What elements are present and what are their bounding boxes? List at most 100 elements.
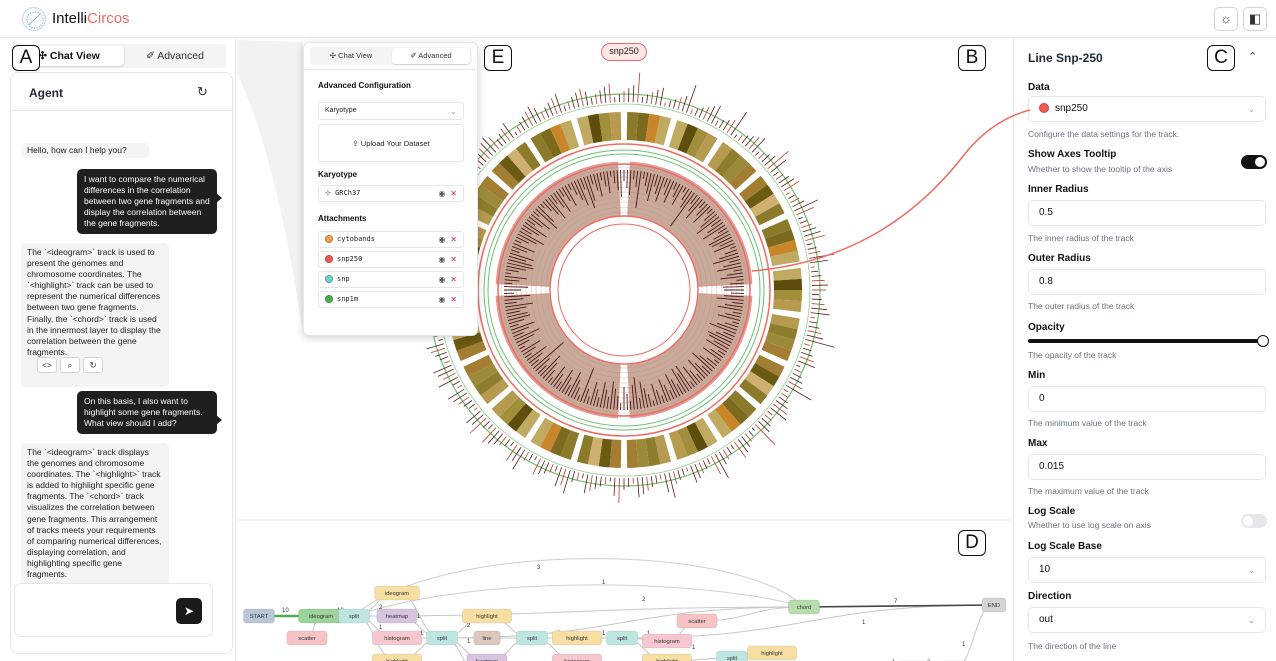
agent-message-text: The `<ideogram>` track displays the geno… xyxy=(27,447,162,580)
direction-select[interactable]: out ⌄ xyxy=(1028,607,1266,633)
send-button[interactable]: ➤ xyxy=(176,598,202,624)
collapse-icon[interactable]: ⌃ xyxy=(1248,50,1257,63)
snp-spike xyxy=(632,85,635,103)
snp-spike xyxy=(810,312,830,316)
snp-spike xyxy=(805,339,835,348)
outer-radius-input[interactable]: 0.8 xyxy=(1028,269,1266,295)
max-input[interactable]: 0.015 xyxy=(1028,454,1266,480)
track-badge[interactable]: snp250 xyxy=(601,43,647,61)
attachment-row[interactable]: snp ◉ ✕ xyxy=(318,271,464,288)
region-label-b: B xyxy=(958,45,986,71)
snp-spike xyxy=(804,343,811,346)
snp-spike xyxy=(618,477,620,503)
graph-node-label: highlight xyxy=(476,614,498,620)
snp-spike xyxy=(650,92,654,105)
direction-label: Direction xyxy=(1028,591,1072,602)
chat-input[interactable]: ➤ xyxy=(14,583,213,637)
snp-spike xyxy=(502,123,514,139)
eye-icon[interactable]: ◉ xyxy=(438,255,445,264)
app-title: IntelliCircos xyxy=(52,10,130,27)
snp-spike xyxy=(510,441,514,447)
eye-icon[interactable]: ◉ xyxy=(438,275,445,284)
snp-spike xyxy=(581,473,584,479)
workflow-graph[interactable]: 312710101214112131111211211111STARTideog… xyxy=(237,521,1012,661)
sidebar-panel-icon: ◧ xyxy=(1248,11,1262,26)
snp-spike xyxy=(433,364,452,374)
snp-spike xyxy=(796,364,801,368)
chevron-down-icon: ⌄ xyxy=(1247,104,1255,114)
snp-spike xyxy=(809,253,835,259)
snp-spike xyxy=(788,194,795,199)
edge-count: 1 xyxy=(962,642,966,648)
edge-count: 10 xyxy=(282,608,289,614)
opacity-slider[interactable] xyxy=(1028,335,1269,347)
graph-node-label: scatter xyxy=(688,619,705,625)
edge-count: 1 xyxy=(692,645,696,651)
snp-spike xyxy=(468,403,475,409)
row-actions: ◉ ✕ xyxy=(438,186,457,201)
graph-node-label: START xyxy=(250,614,269,620)
data-help: Configure the data settings for the trac… xyxy=(1028,129,1180,139)
region-label-d: D xyxy=(958,530,986,556)
data-select[interactable]: snp250 ⌄ xyxy=(1028,96,1266,122)
ideogram-band xyxy=(773,290,802,302)
config-type-select[interactable]: Karyotype ⌄ xyxy=(318,102,464,120)
upload-dataset-button[interactable]: ⇪ Upload Your Dataset xyxy=(318,124,464,162)
snp-spike xyxy=(594,475,598,489)
outer-radius-help: The outer radius of the track xyxy=(1028,301,1135,311)
track-settings-panel: Line Snp-250 ⌃ Data snp250 ⌄ Configure th… xyxy=(1013,38,1276,661)
karyotype-row[interactable]: ⊹ GRCh37 ◉ ✕ xyxy=(318,185,464,202)
toggle-panel-button[interactable]: ◧ xyxy=(1243,7,1267,31)
edge-count: 1 xyxy=(602,631,606,637)
log-scale-toggle[interactable] xyxy=(1241,514,1267,528)
panel-title: Line Snp-250 xyxy=(1028,51,1103,65)
graph-node-label: split xyxy=(437,636,448,642)
remove-icon[interactable]: ✕ xyxy=(450,295,457,304)
show-tooltip-toggle[interactable] xyxy=(1241,155,1267,169)
remove-icon[interactable]: ✕ xyxy=(450,189,457,198)
remove-icon[interactable]: ✕ xyxy=(450,235,457,244)
attachment-row[interactable]: cytobands ◉ ✕ xyxy=(318,231,464,248)
attachment-row[interactable]: snp250 ◉ ✕ xyxy=(318,251,464,268)
graph-node-label: chord xyxy=(797,605,812,611)
attachment-row[interactable]: snp1m ◉ ✕ xyxy=(318,291,464,308)
eye-icon[interactable]: ◉ xyxy=(438,235,445,244)
attachment-name: cytobands xyxy=(337,235,375,243)
snp-spike xyxy=(802,347,812,352)
snp-spike xyxy=(681,468,685,476)
snp-spike xyxy=(457,384,463,389)
remove-icon[interactable]: ✕ xyxy=(450,275,457,284)
snp-spike xyxy=(811,303,825,305)
log-base-select[interactable]: 10 ⌄ xyxy=(1028,557,1266,583)
inner-radius-input[interactable]: 0.5 xyxy=(1028,200,1266,226)
graph-node-label: ideogram xyxy=(309,614,333,620)
remove-icon[interactable]: ✕ xyxy=(450,255,457,264)
snp-spike xyxy=(764,414,772,421)
opacity-slider-thumb[interactable] xyxy=(1257,335,1269,347)
config-type-value: Karyotype xyxy=(325,107,357,114)
sun-icon: ☼ xyxy=(1220,11,1232,26)
edge-count: 1 xyxy=(379,625,383,631)
min-input[interactable]: 0 xyxy=(1028,386,1266,412)
advanced-title: Advanced Configuration xyxy=(318,81,411,90)
snp-spike xyxy=(541,112,546,120)
tab-advanced[interactable]: ✐ Advanced xyxy=(126,46,224,66)
log-base-label: Log Scale Base xyxy=(1028,541,1102,552)
edge-count: 7 xyxy=(894,599,898,605)
eye-icon[interactable]: ◉ xyxy=(438,189,445,198)
tab-chat-view[interactable]: ✣ Chat View xyxy=(312,48,390,64)
snp-spike xyxy=(474,407,478,411)
view-code-button[interactable]: <> xyxy=(37,357,57,373)
app-title-main: Intelli xyxy=(52,10,88,27)
log-scale-help: Whether to use log scale on axis xyxy=(1028,520,1151,530)
retry-icon[interactable]: ↻ xyxy=(83,357,103,373)
snp-spike xyxy=(504,439,511,446)
ideogram-band xyxy=(772,267,802,281)
eye-icon[interactable]: ◉ xyxy=(438,295,445,304)
reset-chat-icon[interactable]: ↻ xyxy=(197,84,208,100)
karyotype-name: GRCh37 xyxy=(335,189,361,197)
tab-advanced[interactable]: ✐ Advanced xyxy=(392,48,470,64)
theme-toggle-button[interactable]: ☼ xyxy=(1214,7,1238,31)
attach-icon[interactable]: ⌕ xyxy=(60,357,80,373)
snp-spike xyxy=(463,400,473,407)
